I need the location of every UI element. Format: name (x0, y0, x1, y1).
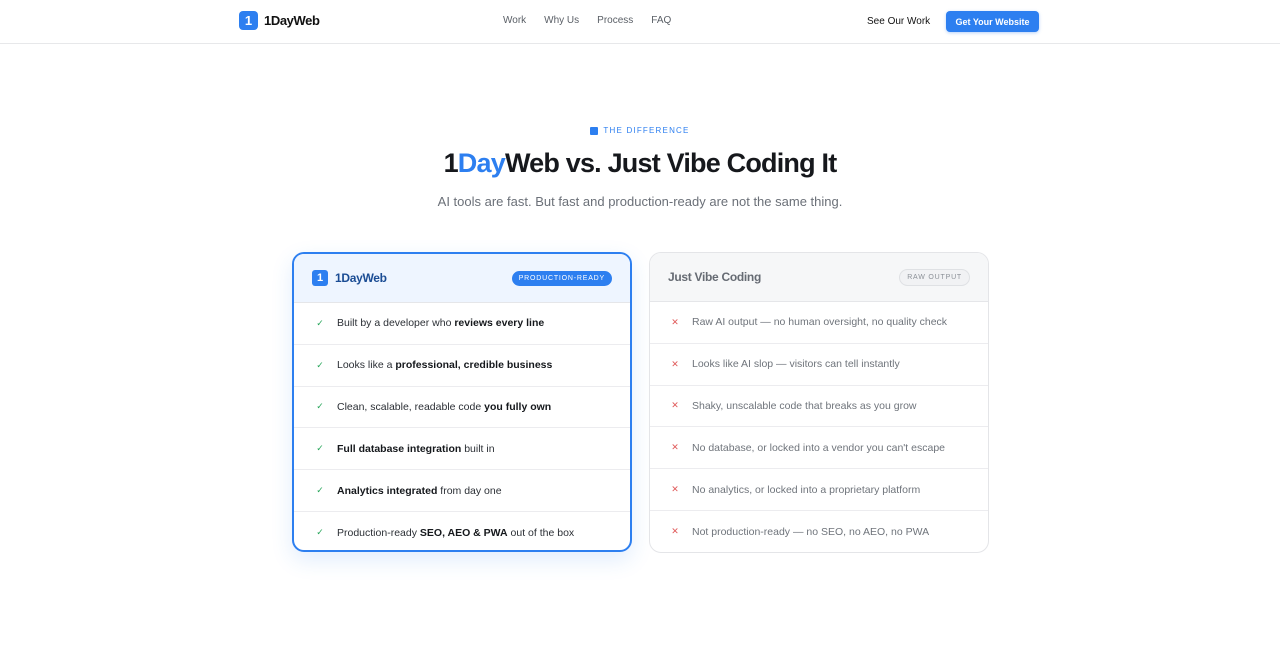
feature-text-part: Clean, scalable, readable code (337, 400, 485, 413)
feature-text-part: built in (461, 442, 495, 455)
onedayweb-card: 1 1DayWeb PRODUCTION-READY ✓ Built by a d… (292, 252, 632, 552)
feature-text-bold: professional, credible business (395, 359, 553, 372)
logo-text: 1DayWeb (264, 13, 320, 28)
nav-link-why-us[interactable]: Why Us (544, 15, 579, 26)
logo-mark: 1 (312, 270, 328, 286)
card-header: Just Vibe Coding RAW OUTPUT (650, 253, 988, 302)
left-feature-list: ✓ Built by a developer who reviews every … (294, 303, 630, 550)
check-icon: ✓ (316, 527, 324, 538)
feature-text-bold: Analytics integrated (337, 484, 438, 497)
feature-row: ✓ Full database integration built in (294, 428, 630, 471)
feature-text-bold: reviews every line (454, 317, 545, 330)
feature-text: Production-ready SEO, AEO & PWA out of t… (337, 527, 574, 539)
feature-text-bold: you fully own (484, 400, 552, 413)
logo[interactable]: 1 1DayWeb (239, 11, 320, 30)
see-our-work-link[interactable]: See Our Work (867, 16, 930, 27)
feature-text-part: out of the box (507, 526, 575, 539)
feature-row: ✕ No analytics, or locked into a propriet… (650, 469, 988, 511)
card-title: Just Vibe Coding (668, 270, 761, 284)
card-brand: 1 1DayWeb (312, 270, 387, 286)
feature-text-part: Looks like a (337, 359, 396, 372)
card-title: 1DayWeb (335, 271, 387, 285)
top-nav: 1 1DayWeb Work Why Us Process FAQ See Ou… (0, 0, 1280, 44)
eyebrow-text: THE DIFFERENCE (603, 126, 690, 135)
feature-row: ✓ Production-ready SEO, AEO & PWA out of … (294, 512, 630, 550)
feature-row: ✕ Looks like AI slop — visitors can tell … (650, 344, 988, 386)
title-part: 1 (443, 148, 459, 178)
nav-link-process[interactable]: Process (597, 15, 633, 26)
feature-text: No database, or locked into a vendor you… (692, 441, 945, 454)
nav-link-faq[interactable]: FAQ (651, 15, 671, 26)
feature-text-bold: Full database integration (337, 442, 462, 455)
check-icon: ✓ (316, 317, 324, 328)
feature-text: Shaky, unscalable code that breaks as yo… (692, 399, 917, 412)
vibe-coding-card: Just Vibe Coding RAW OUTPUT ✕ Raw AI outp… (649, 252, 989, 553)
feature-row: ✓ Clean, scalable, readable code you full… (294, 387, 630, 429)
nav-link-work[interactable]: Work (503, 15, 526, 26)
feature-row: ✕ No database, or locked into a vendor yo… (650, 427, 988, 470)
cross-icon: ✕ (671, 358, 679, 369)
feature-text: Not production-ready — no SEO, no AEO, n… (692, 525, 930, 538)
feature-text: Analytics integrated from day one (337, 485, 502, 497)
check-icon: ✓ (316, 485, 324, 496)
feature-text-part: from day one (437, 484, 502, 497)
cross-icon: ✕ (671, 484, 679, 495)
card-header: 1 1DayWeb PRODUCTION-READY (294, 254, 630, 303)
right-feature-list: ✕ Raw AI output — no human oversight, no … (650, 302, 988, 552)
feature-row: ✓ Built by a developer who reviews every … (294, 303, 630, 345)
get-website-button[interactable]: Get Your Website (946, 11, 1039, 32)
section-eyebrow: THE DIFFERENCE (0, 126, 1280, 135)
cross-icon: ✕ (671, 316, 679, 327)
feature-row: ✓ Looks like a professional, credible bus… (294, 345, 630, 387)
feature-text-bold: SEO, AEO & PWA (419, 526, 508, 539)
feature-row: ✕ Not production-ready — no SEO, no AEO, … (650, 511, 988, 552)
feature-text: Full database integration built in (337, 443, 495, 455)
raw-output-badge: RAW OUTPUT (899, 268, 970, 286)
check-icon: ✓ (316, 401, 324, 412)
cross-icon: ✕ (671, 442, 679, 453)
feature-text-part: Built by a developer who (337, 317, 455, 330)
title-part: Web vs. Just Vibe Coding It (504, 148, 837, 178)
title-accent: Day (457, 148, 506, 178)
feature-text: No analytics, or locked into a proprieta… (692, 483, 921, 496)
feature-text-part: Production-ready (337, 526, 420, 539)
feature-text: Clean, scalable, readable code you fully… (337, 401, 551, 413)
feature-text: Looks like a professional, credible busi… (337, 359, 552, 371)
check-icon: ✓ (316, 359, 324, 370)
section-subtitle: AI tools are fast. But fast and producti… (437, 194, 843, 209)
check-icon: ✓ (316, 443, 324, 454)
production-ready-badge: PRODUCTION-READY (511, 270, 612, 286)
feature-text: Built by a developer who reviews every l… (337, 317, 544, 329)
cross-icon: ✕ (671, 400, 679, 411)
section-title: 1DayWeb vs. Just Vibe Coding It (0, 148, 1280, 179)
logo-mark: 1 (239, 11, 258, 30)
feature-row: ✓ Analytics integrated from day one (294, 470, 630, 512)
cross-icon: ✕ (671, 526, 679, 537)
feature-row: ✕ Raw AI output — no human oversight, no … (650, 302, 988, 344)
feature-text: Raw AI output — no human oversight, no q… (692, 316, 948, 329)
feature-row: ✕ Shaky, unscalable code that breaks as y… (650, 386, 988, 428)
nav-links: Work Why Us Process FAQ (503, 15, 671, 26)
flag-icon (590, 126, 599, 135)
feature-text: Looks like AI slop — visitors can tell i… (692, 358, 900, 371)
